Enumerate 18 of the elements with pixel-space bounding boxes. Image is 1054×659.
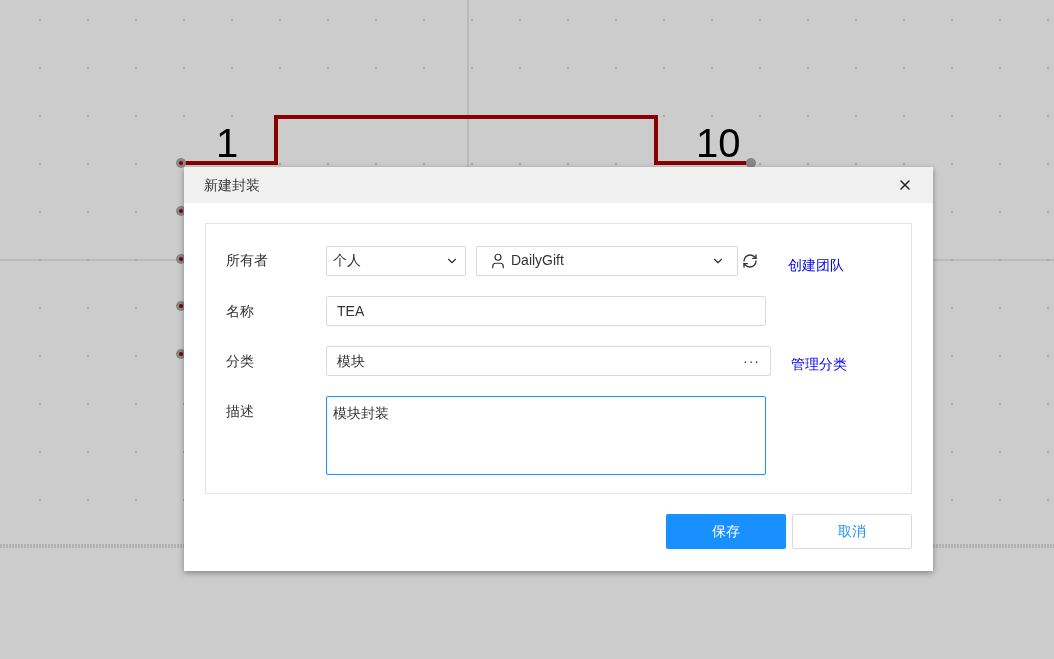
owner-type-select[interactable]: 个人 bbox=[326, 245, 466, 276]
category-picker[interactable]: 模块 ··· bbox=[326, 346, 771, 376]
user-icon bbox=[489, 251, 507, 270]
account-select[interactable]: DailyGift bbox=[476, 245, 738, 276]
pin-number: 10 bbox=[696, 121, 741, 165]
manage-category-link[interactable]: 管理分类 bbox=[791, 353, 847, 375]
close-icon[interactable] bbox=[897, 177, 913, 193]
description-textarea[interactable]: 模块封装 bbox=[326, 396, 766, 475]
create-team-link[interactable]: 创建团队 bbox=[788, 255, 844, 276]
pin-terminal bbox=[746, 158, 756, 168]
refresh-icon[interactable] bbox=[742, 252, 758, 269]
field-label: 所有者 bbox=[226, 251, 269, 270]
name-input[interactable]: TEA bbox=[326, 296, 766, 326]
field-label: 名称 bbox=[226, 302, 255, 321]
dialog-title: 新建封装 bbox=[204, 175, 260, 195]
field-label: 分类 bbox=[226, 352, 255, 371]
pin-number: 1 bbox=[216, 121, 239, 165]
field-label: 描述 bbox=[226, 402, 255, 421]
